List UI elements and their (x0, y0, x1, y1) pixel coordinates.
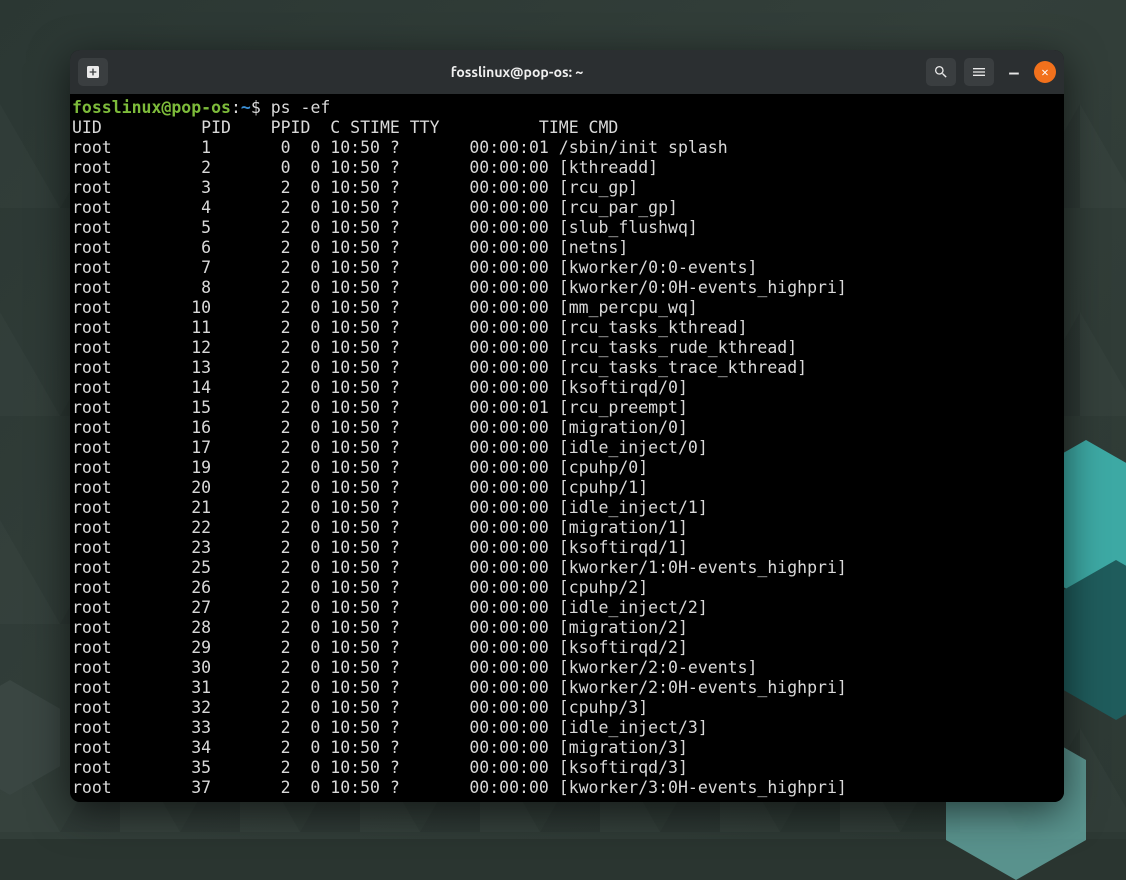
new-tab-button[interactable] (78, 58, 108, 86)
terminal-body[interactable]: fosslinux@pop-os:~$ ps -ef UID PID PPID … (70, 94, 1064, 802)
window-title: fosslinux@pop-os: ~ (116, 64, 918, 80)
search-button[interactable] (926, 58, 956, 86)
terminal-scroll-area[interactable]: fosslinux@pop-os:~$ ps -ef UID PID PPID … (70, 94, 1064, 802)
minimize-button[interactable]: – (1002, 63, 1026, 82)
window-titlebar[interactable]: fosslinux@pop-os: ~ – ✕ (70, 50, 1064, 94)
search-icon (933, 64, 949, 80)
terminal-output[interactable]: fosslinux@pop-os:~$ ps -ef UID PID PPID … (72, 98, 1060, 798)
new-tab-icon (85, 64, 101, 80)
close-icon: ✕ (1041, 65, 1048, 79)
terminal-window: fosslinux@pop-os: ~ – ✕ fosslinux@pop-os… (70, 50, 1064, 802)
wallpaper-hex-icon (0, 680, 60, 795)
hamburger-icon (971, 64, 987, 80)
close-button[interactable]: ✕ (1034, 61, 1056, 83)
minimize-icon: – (1009, 63, 1019, 82)
menu-button[interactable] (964, 58, 994, 86)
